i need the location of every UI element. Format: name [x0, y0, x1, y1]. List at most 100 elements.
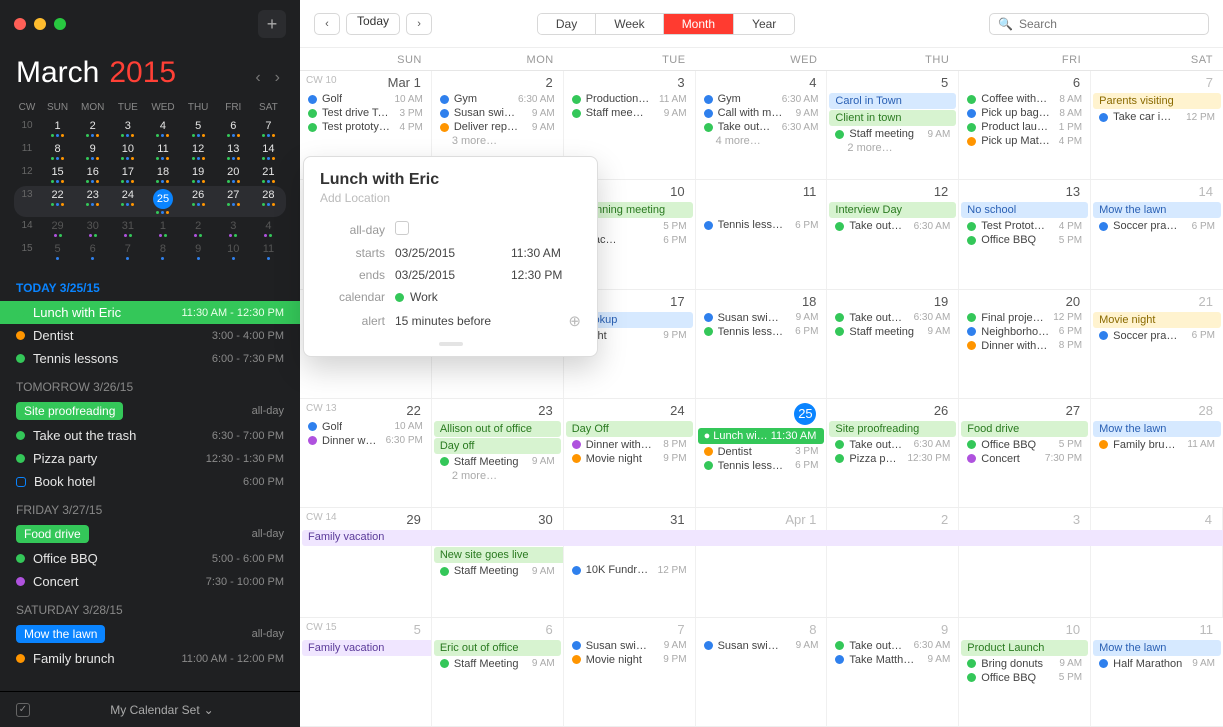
day-cell[interactable]: 30New site goes liveStaff Meeting9 AM	[432, 508, 564, 616]
mini-day[interactable]: 2	[75, 117, 110, 140]
mini-day[interactable]: 1	[40, 117, 75, 140]
agenda-item[interactable]: Concert7:30 - 10:00 PM	[0, 570, 300, 593]
day-cell[interactable]: 7Susan swim…9 AMMovie night9 PM	[564, 618, 696, 726]
event[interactable]: Gym6:30 AM	[432, 92, 563, 106]
day-cell[interactable]: 20Final projec…12 PMNeighborho…6 PMDinne…	[959, 290, 1091, 398]
day-cell[interactable]: 10Product LaunchBring donuts9 AMOffice B…	[959, 618, 1091, 726]
event[interactable]: Dentist3 PM	[696, 445, 827, 459]
event[interactable]: Office BBQ5 PM	[959, 233, 1090, 247]
allday-event[interactable]: Parents visiting	[1093, 93, 1221, 109]
day-cell[interactable]: 7Parents visitingTake car in…12 PM	[1091, 71, 1223, 179]
popover-grabber[interactable]	[439, 342, 463, 346]
mini-day[interactable]: 2	[181, 217, 216, 240]
allday-event[interactable]: Family vacation	[302, 640, 431, 656]
day-cell[interactable]: 13No schoolTest Prototype4 PMOffice BBQ5…	[959, 180, 1091, 288]
mini-day[interactable]: 17	[110, 163, 145, 186]
allday-event[interactable]: No school	[961, 202, 1088, 218]
agenda-item[interactable]: Tennis lessons6:00 - 7:30 PM	[0, 347, 300, 370]
event[interactable]: Soccer prac…6 PM	[1091, 219, 1223, 233]
mini-day[interactable]: 11	[251, 240, 286, 263]
add-event-button[interactable]: +	[258, 10, 286, 38]
allday-event[interactable]: Food drive	[961, 421, 1088, 437]
day-cell[interactable]: 5Carol in TownClient in townStaff meetin…	[827, 71, 959, 179]
prev-month[interactable]: ‹	[251, 67, 264, 89]
allday-checkbox[interactable]	[395, 221, 409, 235]
day-cell[interactable]: 27Food driveOffice BBQ5 PMConcert7:30 PM	[959, 399, 1091, 507]
day-cell[interactable]: 2	[827, 508, 959, 616]
day-cell[interactable]: 4	[1091, 508, 1223, 616]
mini-day[interactable]: 25	[145, 186, 180, 217]
event[interactable]: Susan swim…9 AM	[432, 106, 563, 120]
day-cell[interactable]: 14Mow the lawnSoccer prac…6 PM	[1091, 180, 1223, 288]
allday-event[interactable]: Mow the lawn	[1093, 421, 1221, 437]
event[interactable]: Tennis lessons6 PM	[696, 459, 827, 473]
mini-day[interactable]: 10	[110, 140, 145, 163]
allday-event[interactable]: Site proofreading	[829, 421, 956, 437]
allday-event[interactable]: Family vacation	[302, 530, 1223, 546]
allday-event[interactable]: Eric out of office	[434, 640, 561, 656]
allday-event[interactable]: Mow the lawn	[1093, 202, 1221, 218]
starts-time[interactable]: 11:30 AM	[511, 246, 581, 260]
event[interactable]: Neighborho…6 PM	[959, 325, 1090, 339]
zoom-window[interactable]	[54, 18, 66, 30]
event[interactable]: Movie night9 PM	[564, 653, 695, 667]
day-cell[interactable]: 19Take out t…6:30 AMStaff meeting9 AM	[827, 290, 959, 398]
mini-calendar[interactable]: CWSUNMONTUEWEDTHUFRISAT 1012345671189101…	[0, 102, 300, 269]
event[interactable]: Golf10 AM	[300, 420, 431, 434]
more-link[interactable]: 4 more…	[696, 134, 827, 148]
day-cell[interactable]: 3	[959, 508, 1091, 616]
toggle-check[interactable]: ✓	[16, 703, 30, 717]
event[interactable]: Dinner with t…8 PM	[959, 339, 1090, 353]
day-cell[interactable]: 9Take out t…6:30 AMTake Matthe…9 AM	[827, 618, 959, 726]
event[interactable]: Tennis lessons6 PM	[696, 325, 827, 339]
mini-day[interactable]: 10	[216, 240, 251, 263]
mini-day[interactable]: 19	[181, 163, 216, 186]
event[interactable]: Take out t…6:30 AM	[696, 120, 827, 134]
starts-date[interactable]: 03/25/2015	[395, 246, 511, 260]
event[interactable]: Office BBQ5 PM	[959, 438, 1090, 452]
view-month[interactable]: Month	[663, 14, 733, 34]
day-cell[interactable]: 5CW 15Family vacation	[300, 618, 432, 726]
mini-day[interactable]: 5	[40, 240, 75, 263]
agenda-item[interactable]: Office BBQ5:00 - 6:00 PM	[0, 547, 300, 570]
mini-day[interactable]: 9	[181, 240, 216, 263]
day-cell[interactable]: 6Coffee with…8 AMPick up bagels8 AMProdu…	[959, 71, 1091, 179]
mini-day[interactable]: 4	[251, 217, 286, 240]
event[interactable]: Staff Meeting9 AM	[432, 455, 563, 469]
mini-day[interactable]: 5	[181, 117, 216, 140]
allday-event[interactable]: Interview Day	[829, 202, 956, 218]
today-button[interactable]: Today	[346, 13, 400, 35]
mini-day[interactable]: 6	[216, 117, 251, 140]
mini-day[interactable]: 28	[251, 186, 286, 217]
allday-event[interactable]: Movie night	[1093, 312, 1221, 328]
allday-event[interactable]: Mow the lawn	[1093, 640, 1221, 656]
event[interactable]: Take car in…12 PM	[1091, 110, 1223, 124]
event[interactable]: Staff mee…9 AM	[564, 106, 695, 120]
event[interactable]: Staff Meeting9 AM	[432, 564, 563, 578]
search-field[interactable]: 🔍	[989, 13, 1209, 35]
mini-day[interactable]: 14	[251, 140, 286, 163]
event[interactable]: Staff Meeting9 AM	[432, 657, 563, 671]
event[interactable]: Test prototype4 PM	[300, 120, 431, 134]
allday-event[interactable]: ● Lunch wi… 11:30 AM	[698, 428, 825, 444]
popover-location[interactable]: Add Location	[320, 191, 581, 205]
day-cell[interactable]: 21Movie nightSoccer prac…6 PM	[1091, 290, 1223, 398]
more-link[interactable]: 2 more…	[432, 469, 563, 483]
allday-event[interactable]: Day off	[434, 438, 561, 454]
mini-day[interactable]: 20	[216, 163, 251, 186]
mini-day[interactable]: 22	[40, 186, 75, 217]
day-cell[interactable]: 11Mow the lawnHalf Marathon9 AM	[1091, 618, 1223, 726]
mini-day[interactable]: 31	[110, 217, 145, 240]
day-cell[interactable]: Apr 1	[696, 508, 828, 616]
mini-day[interactable]: 8	[145, 240, 180, 263]
event[interactable]: Gym6:30 AM	[696, 92, 827, 106]
agenda-item[interactable]: Take out the trash6:30 - 7:00 PM	[0, 424, 300, 447]
allday-event[interactable]: New site goes live	[434, 547, 563, 563]
allday-event[interactable]: Client in town	[829, 110, 956, 126]
event[interactable]: Office BBQ5 PM	[959, 671, 1090, 685]
agenda-item[interactable]: Pizza party12:30 - 1:30 PM	[0, 447, 300, 470]
event[interactable]: Pick up bagels8 AM	[959, 106, 1090, 120]
view-year[interactable]: Year	[733, 14, 794, 34]
event[interactable]: Family brunch11 AM	[1091, 438, 1223, 452]
mini-day[interactable]: 4	[145, 117, 180, 140]
